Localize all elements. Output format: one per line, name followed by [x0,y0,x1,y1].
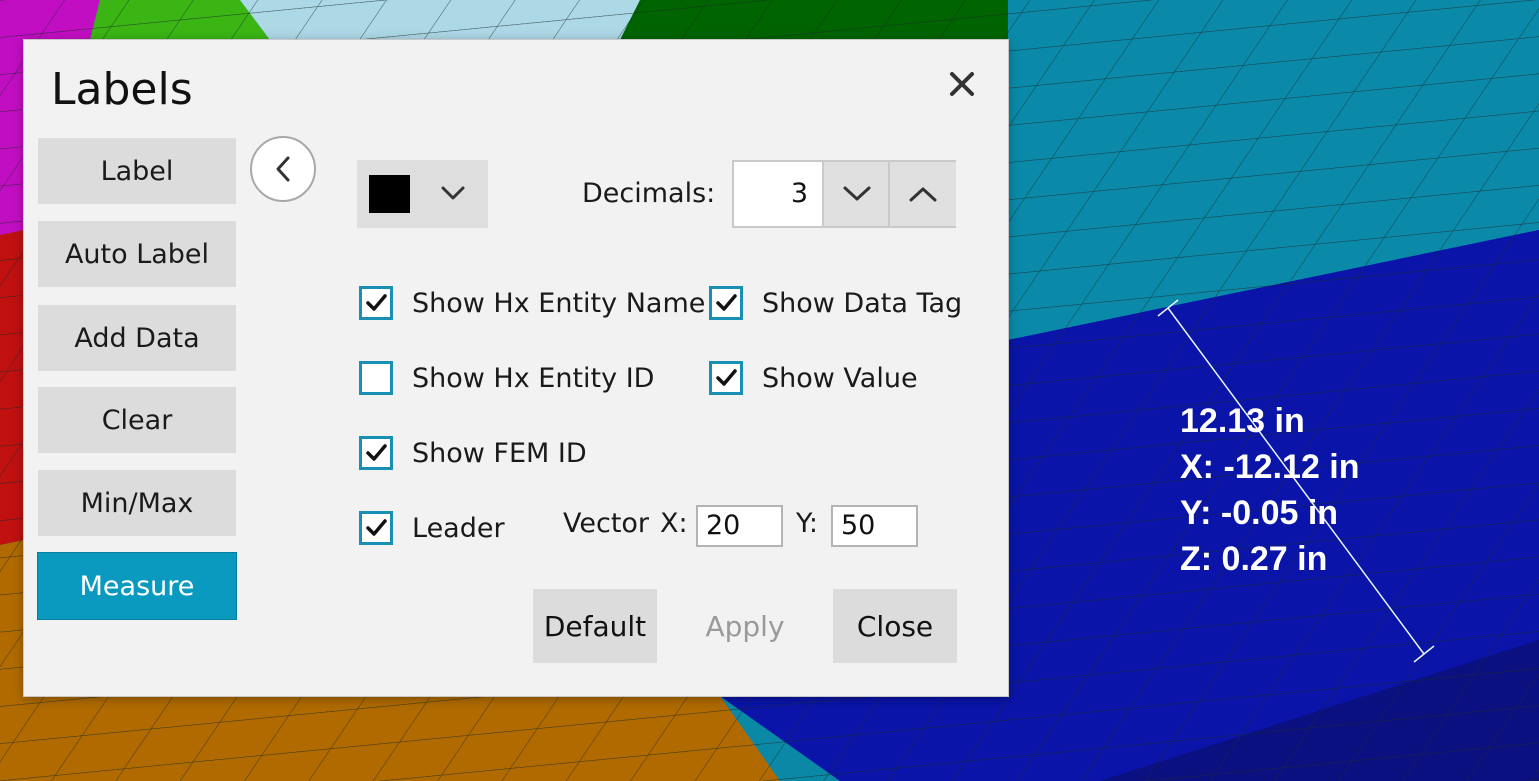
sidebar-item-label[interactable]: Label [38,138,236,204]
sidebar-item-min-max[interactable]: Min/Max [38,470,236,536]
checkbox-label: Show Hx Entity ID [412,362,655,394]
decimals-stepper: 3 [732,160,956,228]
vector-y-label: Y: [796,508,819,539]
sidebar-item-add-data[interactable]: Add Data [38,305,236,371]
chevron-down-icon [843,186,871,201]
checkbox-label: Leader [412,512,505,544]
check-icon [366,444,387,461]
close-button[interactable]: Close [833,589,957,663]
checkbox-show-fem-id[interactable]: Show FEM ID [359,433,587,473]
checkbox-box[interactable] [359,286,393,320]
check-icon [366,519,387,536]
checkbox-box[interactable] [359,511,393,545]
checkbox-label: Show Data Tag [762,287,963,319]
checkbox-box[interactable] [359,361,393,395]
chevron-up-icon [909,187,937,202]
color-dropdown[interactable] [357,160,488,228]
dialog-title: Labels [51,64,193,115]
checkbox-box[interactable] [709,361,743,395]
decimals-increase-button[interactable] [888,162,956,226]
checkbox-box[interactable] [359,436,393,470]
back-button[interactable] [250,136,316,202]
measurement-distance: 12.13 in [1180,402,1305,440]
vector-x-label: X: [660,508,688,539]
measurement-label: 12.13 in X: -12.12 in Y: -0.05 in Z: 0.2… [1180,398,1360,582]
default-button[interactable]: Default [533,589,657,663]
measurement-z: Z: 0.27 in [1180,540,1328,578]
check-icon [716,294,737,311]
checkbox-leader[interactable]: Leader [359,508,505,548]
checkbox-show-hx-entity-id[interactable]: Show Hx Entity ID [359,358,654,398]
vector-y-input[interactable]: 50 [831,505,918,547]
checkbox-show-data-tag[interactable]: Show Data Tag [709,283,962,323]
apply-button[interactable]: Apply [680,589,810,663]
color-swatch [369,175,410,213]
sidebar-item-clear[interactable]: Clear [38,387,236,453]
sidebar-item-auto-label[interactable]: Auto Label [38,221,236,287]
checkbox-show-value[interactable]: Show Value [709,358,918,398]
checkbox-box[interactable] [709,286,743,320]
measurement-x: X: -12.12 in [1180,448,1360,486]
decimals-input[interactable]: 3 [734,162,822,226]
decimals-label: Decimals: [582,178,716,209]
chevron-left-icon [276,156,290,182]
checkbox-label: Show Value [762,362,918,394]
chevron-down-icon [441,186,465,200]
check-icon [716,369,737,386]
close-icon[interactable] [942,64,982,104]
labels-dialog: Labels Label Auto Label Add Data Clear M… [24,40,1008,696]
check-icon [366,294,387,311]
sidebar-item-measure[interactable]: Measure [37,552,237,620]
checkbox-show-hx-entity-name[interactable]: Show Hx Entity Name [359,283,705,323]
measurement-y: Y: -0.05 in [1180,494,1339,532]
vector-x-input[interactable]: 20 [696,505,783,547]
vector-label: Vector [563,508,650,539]
decimals-decrease-button[interactable] [822,162,890,226]
checkbox-label: Show FEM ID [412,437,587,469]
checkbox-label: Show Hx Entity Name [412,287,706,319]
